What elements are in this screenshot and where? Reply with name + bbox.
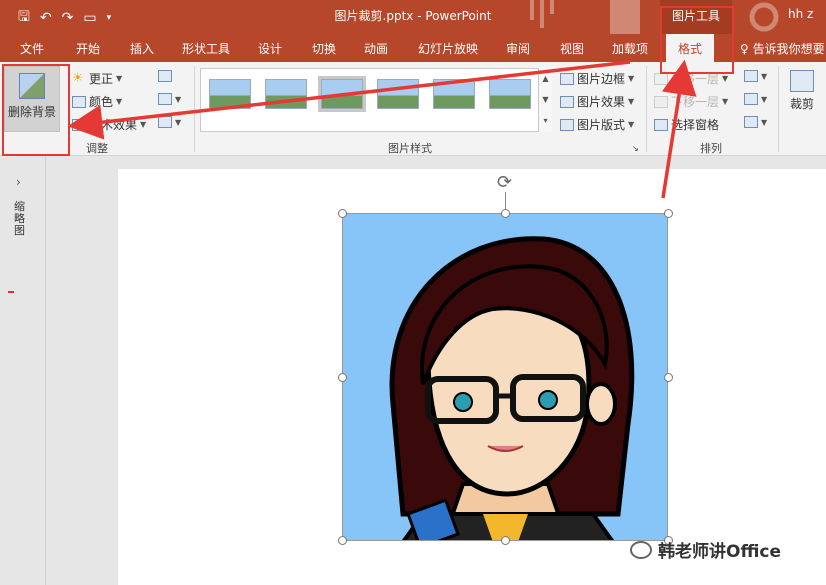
annotation-arrows	[67, 59, 697, 199]
watermark-text: 韩老师讲Office	[658, 542, 782, 562]
arrow-to-remove-background	[67, 60, 631, 140]
watermark: 韩老师讲Office	[630, 537, 781, 562]
wechat-icon	[630, 540, 652, 559]
arrow-to-format-tab	[661, 59, 697, 199]
